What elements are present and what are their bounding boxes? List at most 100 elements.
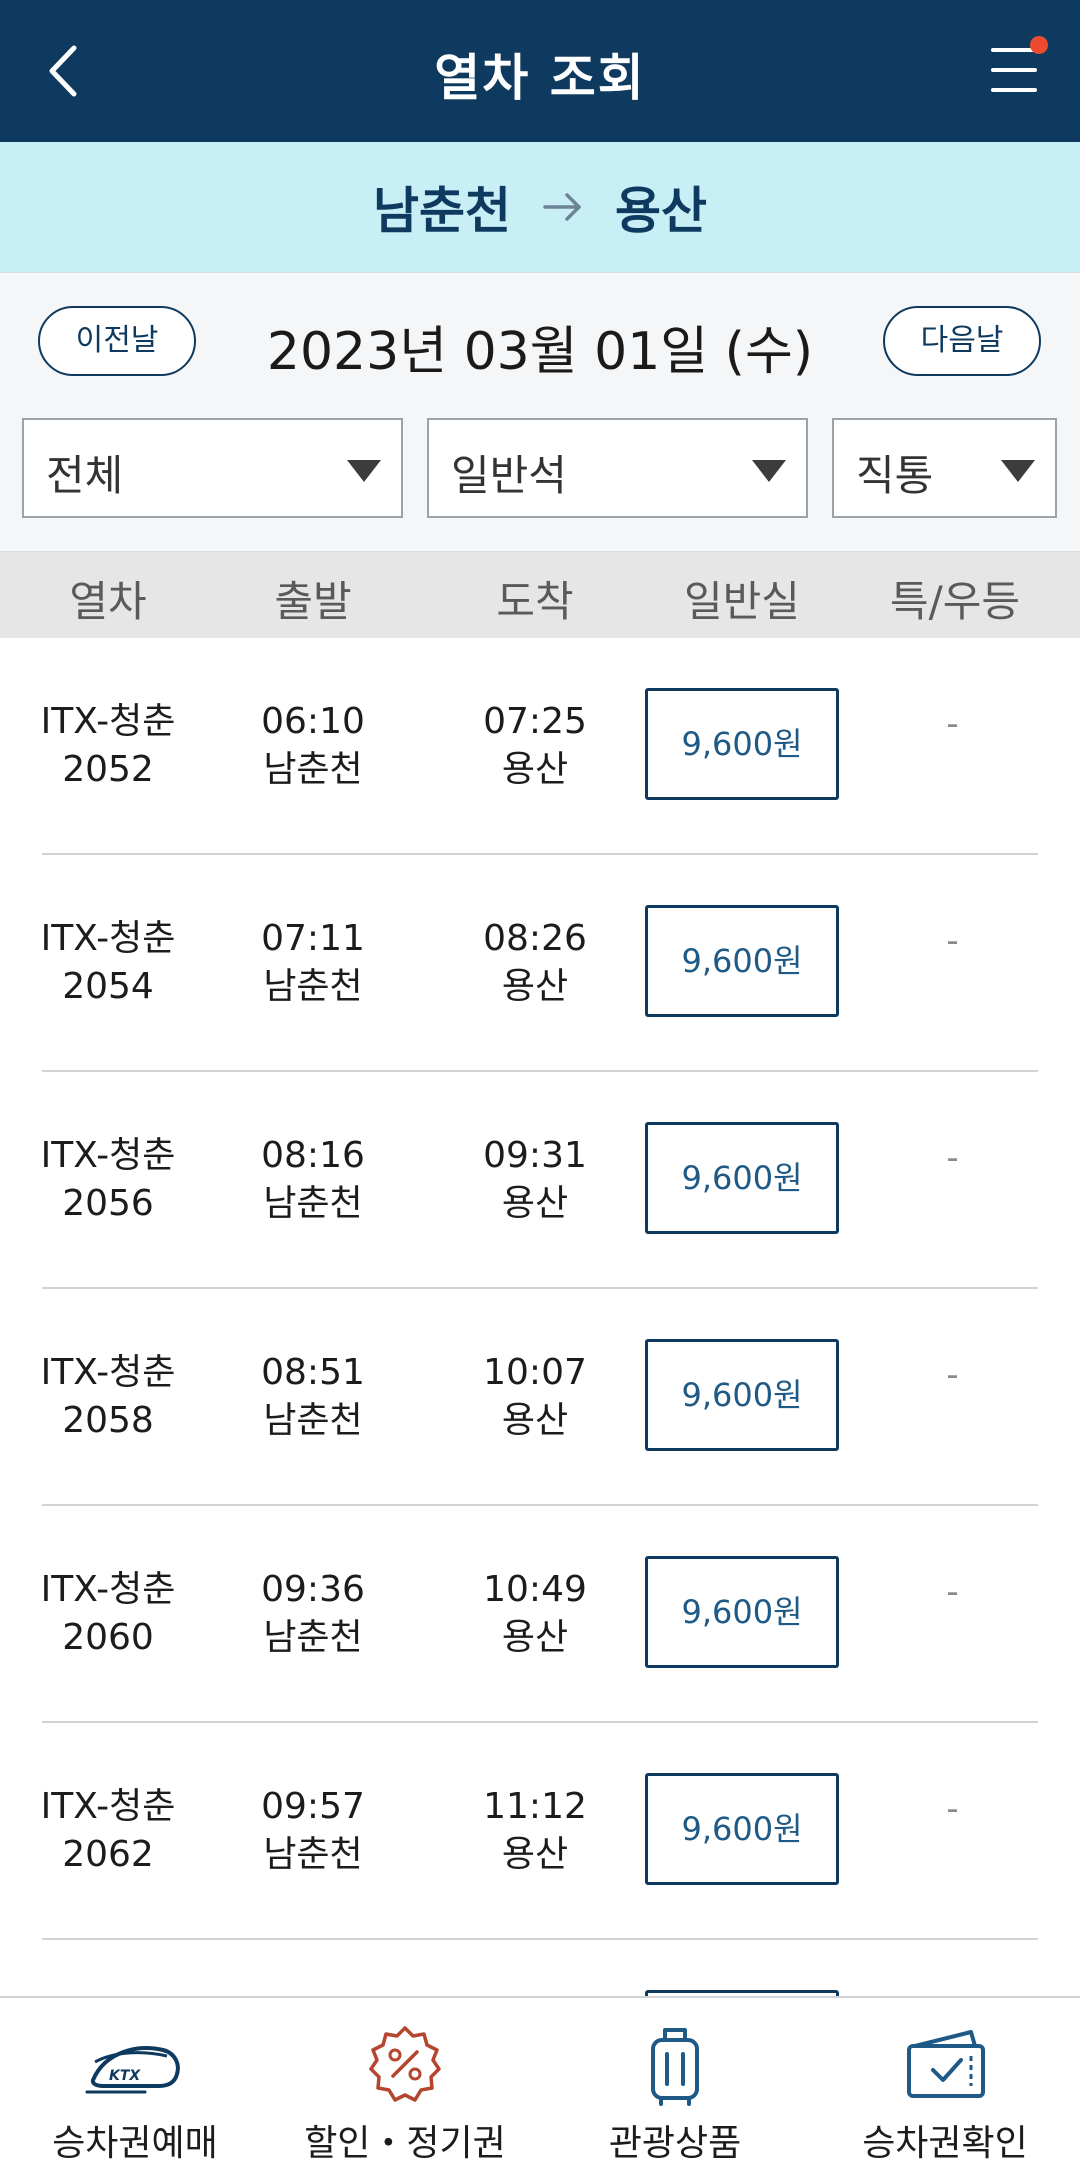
- train-cell: ITX-청춘 2056: [8, 1132, 208, 1228]
- departure-cell: 06:10 남춘천: [218, 698, 408, 794]
- ktx-train-icon: KTX: [85, 2046, 180, 2094]
- train-name: ITX-청춘: [40, 918, 176, 959]
- train-cell: ITX-청춘 2058: [8, 1349, 208, 1445]
- train-number: 2052: [62, 749, 154, 790]
- standard-fare-button[interactable]: 9,600원: [645, 1122, 839, 1234]
- train-name: ITX-청춘: [40, 1135, 176, 1176]
- train-type-value: 전체: [46, 451, 124, 500]
- train-name: ITX-청춘: [40, 1569, 176, 1610]
- discount-badge-icon: [369, 2026, 441, 2102]
- table-row: ITX-청춘 2062 09:57 남춘천 11:12 용산 9,600원 -: [0, 1723, 1080, 1940]
- nav-ticket-booking[interactable]: KTX 승차권예매: [0, 1998, 270, 2174]
- column-header-train: 열차: [69, 577, 147, 626]
- column-header-arrival: 도착: [496, 577, 574, 626]
- departure-station: 남춘천: [373, 182, 511, 240]
- departure-time: 09:36: [261, 1569, 365, 1610]
- ticket-check-icon: [907, 2030, 985, 2098]
- standard-fare-button[interactable]: 9,600원: [645, 905, 839, 1017]
- nav-label: 승차권예매: [52, 2123, 218, 2164]
- special-fare: -: [946, 1355, 959, 1395]
- departure-cell: 08:16 남춘천: [218, 1132, 408, 1228]
- train-number: 2054: [62, 966, 154, 1007]
- prev-day-button[interactable]: 이전날: [38, 306, 196, 376]
- standard-fare-button[interactable]: 9,600원: [645, 1556, 839, 1668]
- special-fare: -: [946, 704, 959, 744]
- page-title: 열차 조회: [434, 49, 646, 107]
- departure-station: 남춘천: [263, 966, 363, 1007]
- nav-ticket-check[interactable]: 승차권확인: [810, 1998, 1080, 2174]
- train-cell: ITX-청춘 2062: [8, 1783, 208, 1879]
- train-number: 2060: [62, 1617, 154, 1658]
- departure-cell: 09:57 남춘천: [218, 1783, 408, 1879]
- table-row-partial: [0, 1940, 1080, 1996]
- arrival-time: 08:26: [483, 918, 587, 959]
- arrival-cell: 08:26 용산: [440, 915, 630, 1011]
- table-row: ITX-청춘 2060 09:36 남춘천 10:49 용산 9,600원 -: [0, 1506, 1080, 1723]
- search-filters: 이전날 2023년 03월 01일 (수) 다음날 전체 일반석 직통: [0, 272, 1080, 552]
- standard-fare-button[interactable]: 9,600원: [645, 1339, 839, 1451]
- menu-icon-bar: [991, 68, 1037, 72]
- nav-label: 승차권확인: [862, 2123, 1028, 2164]
- direct-select[interactable]: 직통: [832, 418, 1057, 518]
- arrival-station: 용산: [501, 749, 569, 790]
- departure-station: 남춘천: [263, 1617, 363, 1658]
- arrival-time: 11:12: [483, 1786, 587, 1827]
- departure-time: 06:10: [261, 701, 365, 742]
- departure-time: 07:11: [261, 918, 365, 959]
- departure-station: 남춘천: [263, 1183, 363, 1224]
- nav-discount-pass[interactable]: 할인・정기권: [270, 1998, 540, 2174]
- arrival-station: 용산: [615, 182, 707, 240]
- special-fare: -: [946, 1572, 959, 1612]
- dropdown-arrow-icon: [1001, 460, 1035, 482]
- arrival-station: 용산: [501, 1834, 569, 1875]
- column-header-standard: 일반실: [684, 577, 800, 626]
- arrival-cell: 10:49 용산: [440, 1566, 630, 1662]
- notification-dot: [1030, 36, 1048, 54]
- seat-class-value: 일반석: [451, 451, 567, 500]
- special-fare: -: [946, 921, 959, 961]
- arrival-time: 07:25: [483, 701, 587, 742]
- train-list: ITX-청춘 2052 06:10 남춘천 07:25 용산 9,600원 - ITX…: [0, 638, 1080, 1996]
- train-name: ITX-청춘: [40, 1786, 176, 1827]
- table-row: ITX-청춘 2054 07:11 남춘천 08:26 용산 9,600원 -: [0, 855, 1080, 1072]
- nav-tour-products[interactable]: 관광상품: [540, 1998, 810, 2174]
- bottom-navigation: KTX 승차권예매 할인・정기권 관광상품 승차권확인: [0, 1996, 1080, 2174]
- table-header: 열차 출발 도착 일반실 특/우등: [0, 552, 1080, 638]
- arrival-station: 용산: [501, 1617, 569, 1658]
- next-day-button[interactable]: 다음날: [883, 306, 1041, 376]
- train-number: 2062: [62, 1834, 154, 1875]
- train-number: 2056: [62, 1183, 154, 1224]
- standard-fare-button[interactable]: 9,600원: [645, 1773, 839, 1885]
- train-cell: ITX-청춘 2052: [8, 698, 208, 794]
- train-type-select[interactable]: 전체: [22, 418, 403, 518]
- departure-station: 남춘천: [263, 749, 363, 790]
- departure-station: 남춘천: [263, 1834, 363, 1875]
- arrival-station: 용산: [501, 966, 569, 1007]
- departure-station: 남춘천: [263, 1400, 363, 1441]
- train-name: ITX-청춘: [40, 701, 176, 742]
- train-number: 2058: [62, 1400, 154, 1441]
- route-banner: 남춘천 용산: [0, 142, 1080, 272]
- dropdown-arrow-icon: [752, 460, 786, 482]
- train-name: ITX-청춘: [40, 1352, 176, 1393]
- table-row: ITX-청춘 2058 08:51 남춘천 10:07 용산 9,600원 -: [0, 1289, 1080, 1506]
- departure-time: 09:57: [261, 1786, 365, 1827]
- suitcase-icon: [651, 2028, 699, 2106]
- arrival-cell: 10:07 용산: [440, 1349, 630, 1445]
- nav-label: 관광상품: [608, 2123, 742, 2164]
- arrival-cell: 09:31 용산: [440, 1132, 630, 1228]
- special-fare: -: [946, 1138, 959, 1178]
- dropdown-arrow-icon: [347, 460, 381, 482]
- seat-class-select[interactable]: 일반석: [427, 418, 808, 518]
- selected-date: 2023년 03월 01일 (수): [266, 322, 814, 382]
- departure-time: 08:51: [261, 1352, 365, 1393]
- train-cell: ITX-청춘 2054: [8, 915, 208, 1011]
- standard-fare-button[interactable]: 9,600원: [645, 688, 839, 800]
- arrival-time: 10:49: [483, 1569, 587, 1610]
- arrow-right-icon: [543, 193, 581, 221]
- departure-cell: 07:11 남춘천: [218, 915, 408, 1011]
- departure-time: 08:16: [261, 1135, 365, 1176]
- app-header: 열차 조회: [0, 0, 1080, 142]
- departure-cell: 09:36 남춘천: [218, 1566, 408, 1662]
- arrival-station: 용산: [501, 1183, 569, 1224]
